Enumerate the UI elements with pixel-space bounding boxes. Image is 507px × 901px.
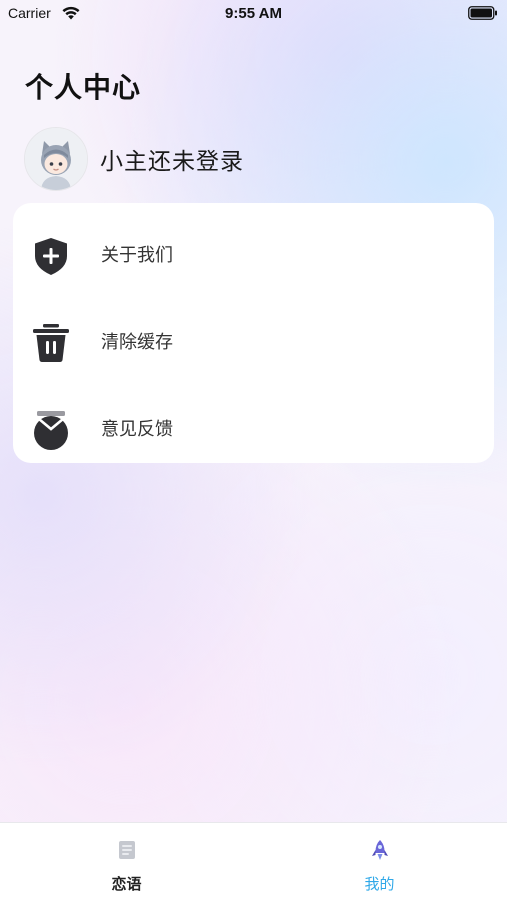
menu-item-clear-cache[interactable]: 清除缓存	[13, 300, 494, 386]
username: 小主还未登录	[100, 149, 244, 175]
tab-lianyu[interactable]: 恋语	[0, 823, 253, 901]
page-title: 个人中心	[25, 71, 142, 104]
menu-item-about[interactable]: 关于我们	[13, 213, 494, 299]
status-bar: Carrier 9:55 AM	[0, 0, 507, 28]
menu-item-label: 意见反馈	[101, 419, 173, 440]
shield-plus-icon	[35, 238, 67, 275]
avatar-icon	[25, 128, 87, 190]
clock: 9:55 AM	[225, 5, 282, 22]
rocket-icon	[371, 840, 388, 860]
notebook-icon	[118, 841, 135, 859]
avatar[interactable]	[24, 127, 88, 191]
menu-item-label: 清除缓存	[101, 332, 173, 353]
tab-label: 我的	[364, 875, 395, 893]
menu-item-feedback[interactable]: 意见反馈	[13, 387, 494, 473]
trash-icon	[33, 324, 69, 362]
tab-label: 恋语	[111, 875, 142, 893]
menu-item-label: 关于我们	[101, 245, 173, 266]
tab-mine[interactable]: 我的	[253, 823, 506, 901]
feedback-icon	[34, 411, 68, 450]
tab-bar: 恋语 我的	[0, 822, 507, 901]
profile-row[interactable]: 小主还未登录	[24, 127, 244, 191]
menu-card: 关于我们 清除缓存 意见反馈	[13, 203, 494, 463]
battery-icon	[468, 6, 497, 20]
